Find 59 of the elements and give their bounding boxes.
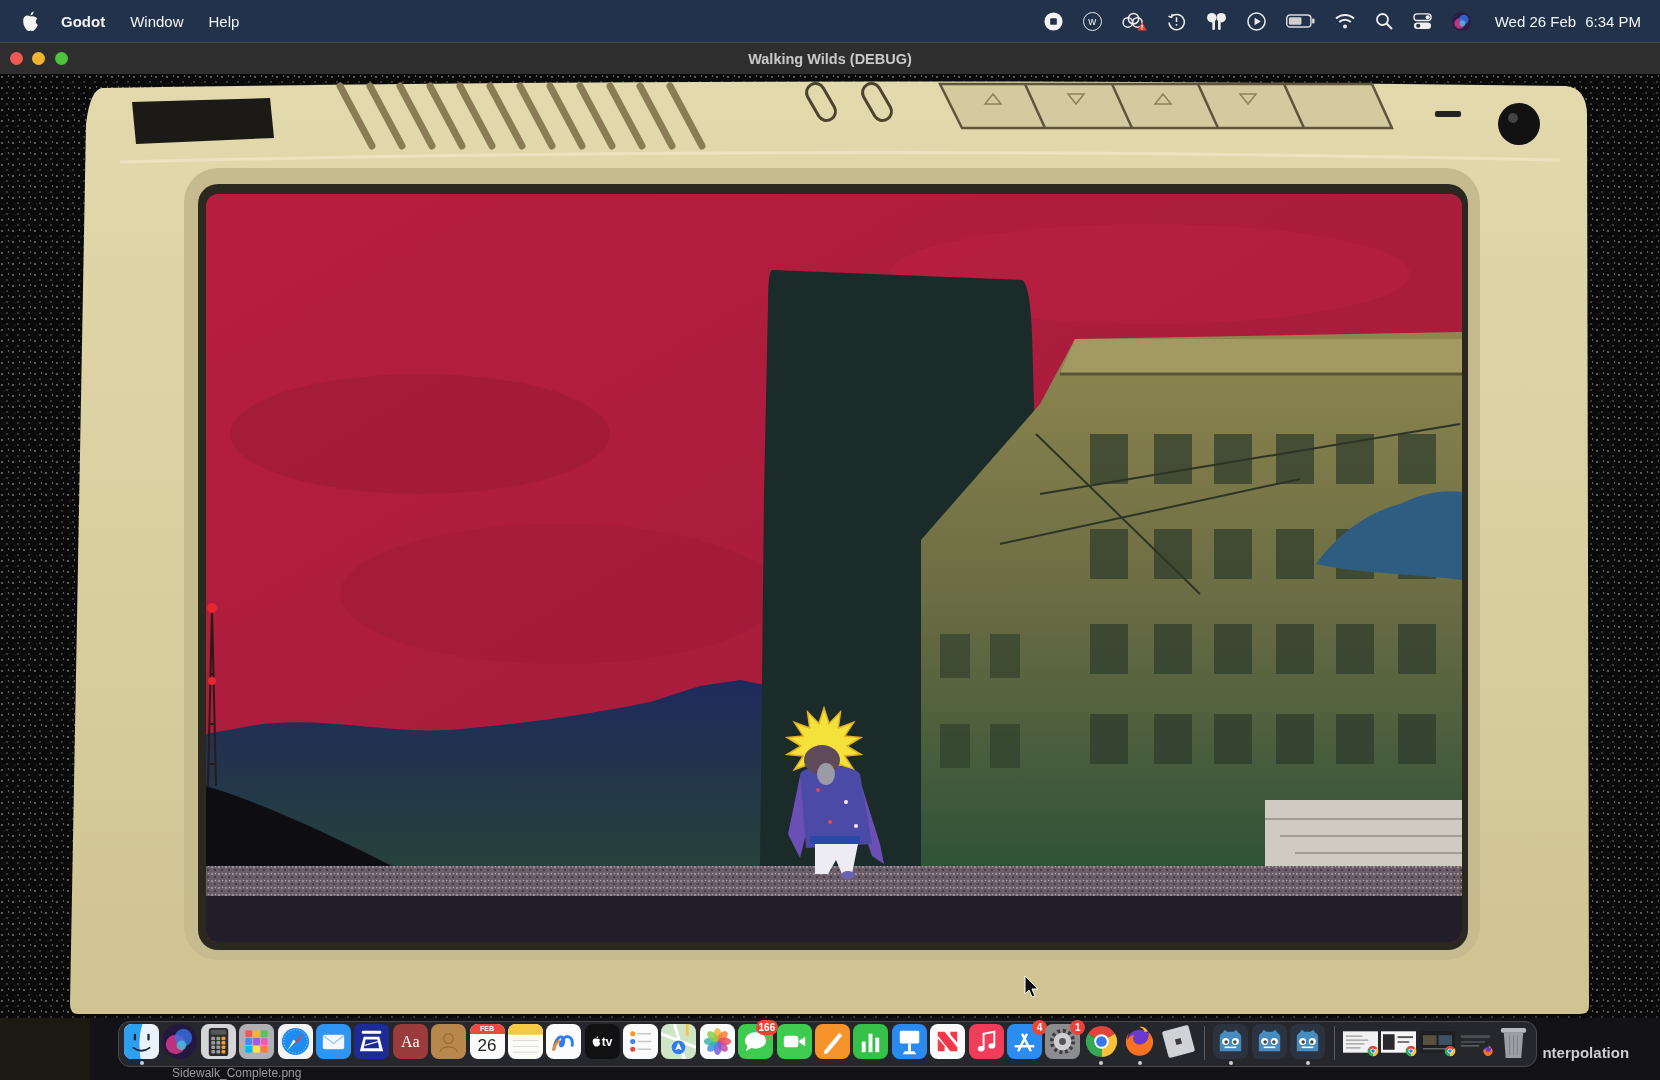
apple-logo-icon[interactable] — [22, 10, 39, 32]
compass-icon[interactable] — [277, 1024, 313, 1059]
bar-chart-icon[interactable] — [853, 1024, 889, 1059]
window-title: Walking Wilds (DEBUG) — [748, 50, 912, 67]
minimize-icon[interactable] — [32, 52, 45, 65]
apple-logo-icon — [591, 1036, 601, 1047]
battery-icon[interactable] — [1285, 14, 1315, 28]
map-icon[interactable] — [661, 1024, 697, 1059]
mouse-cursor-icon — [1024, 975, 1039, 998]
play-icon[interactable] — [1246, 11, 1266, 31]
earbuds-icon[interactable] — [1205, 11, 1227, 31]
app-grid-icon[interactable] — [239, 1024, 275, 1059]
wifi-icon[interactable] — [1334, 13, 1355, 29]
gear-icon[interactable] — [1045, 1024, 1081, 1059]
tricolor-circle-icon — [1366, 1045, 1379, 1057]
dictionary-app-button[interactable]: Aa — [392, 1024, 428, 1059]
stop-icon[interactable] — [1043, 11, 1063, 31]
ribbon-icon[interactable] — [930, 1024, 966, 1059]
flame-globe-icon — [1482, 1045, 1495, 1057]
speech-bubble-icon[interactable] — [738, 1024, 774, 1059]
squiggle-icon[interactable] — [546, 1024, 582, 1059]
checklist-icon[interactable] — [623, 1024, 659, 1059]
video-camera-icon[interactable] — [776, 1024, 812, 1059]
toggles-icon[interactable] — [1412, 11, 1432, 31]
file-name-label: Sidewalk_Complete.png — [171, 1067, 303, 1080]
window-thumbnail[interactable] — [1419, 1030, 1455, 1053]
window-thumbnail[interactable] — [1381, 1030, 1417, 1053]
app-menu[interactable]: Godot — [61, 12, 106, 30]
calculator-icon[interactable] — [200, 1024, 236, 1059]
orb-icon[interactable] — [1451, 11, 1471, 31]
orb-icon[interactable] — [162, 1024, 198, 1059]
face-icon[interactable] — [124, 1024, 159, 1059]
cloud-warning-icon[interactable] — [1121, 11, 1147, 31]
tricolor-circle-icon — [1443, 1045, 1456, 1057]
history-clock-icon[interactable] — [1166, 11, 1186, 31]
notepad-icon[interactable] — [507, 1024, 543, 1059]
podium-icon[interactable] — [891, 1024, 927, 1059]
tricolor-circle-icon[interactable] — [1083, 1024, 1119, 1059]
close-icon[interactable] — [9, 52, 23, 65]
menu-item[interactable]: Help — [208, 12, 240, 30]
robot-head-icon[interactable] — [1213, 1024, 1249, 1059]
panel-label: nterpolation — [1542, 1044, 1630, 1061]
robot-head-icon[interactable] — [1251, 1024, 1287, 1059]
clock-button[interactable]: Wed 26 Feb 6:34 PM — [1494, 12, 1641, 30]
flower-icon[interactable] — [699, 1024, 735, 1059]
robot-head-icon[interactable] — [1290, 1024, 1326, 1059]
envelope-icon[interactable] — [315, 1024, 351, 1059]
tv-app-button[interactable]: tv — [584, 1024, 620, 1059]
scanner-icon[interactable] — [354, 1024, 390, 1059]
address-book-icon[interactable] — [431, 1024, 467, 1059]
menu-item[interactable]: Window — [130, 12, 184, 30]
crossed-sticks-icon[interactable] — [1007, 1024, 1042, 1059]
maximize-icon[interactable] — [54, 52, 68, 65]
search-icon[interactable] — [1374, 12, 1393, 30]
notification-badge: 1 — [1070, 1020, 1086, 1035]
window-thumbnail[interactable] — [1342, 1030, 1378, 1053]
pen-icon[interactable] — [815, 1024, 851, 1059]
music-note-icon[interactable] — [968, 1024, 1004, 1059]
tricolor-circle-icon — [1405, 1045, 1418, 1057]
